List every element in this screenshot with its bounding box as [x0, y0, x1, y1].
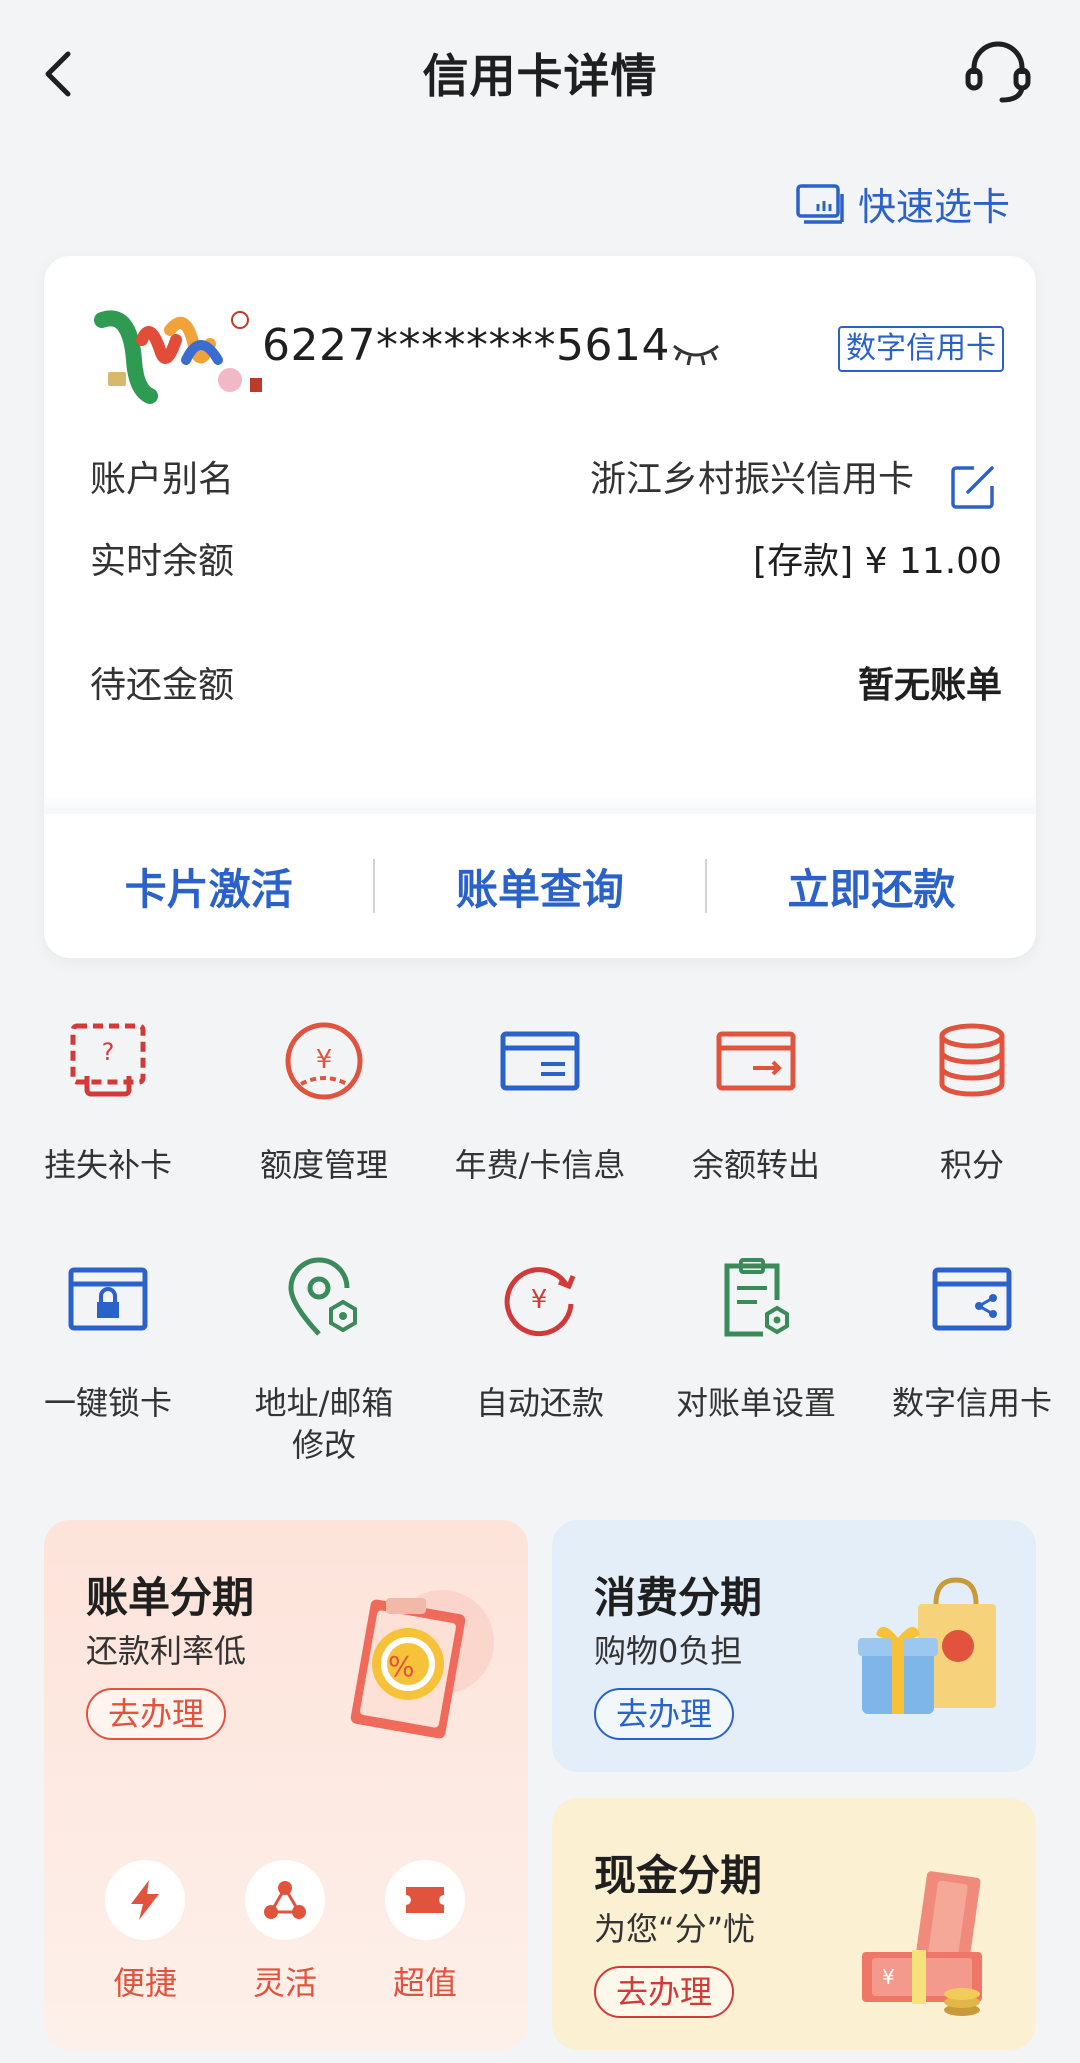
- report-loss-icon: ?: [70, 1023, 146, 1097]
- svg-text:¥: ¥: [531, 1285, 548, 1315]
- page-title: 信用卡详情: [422, 49, 658, 103]
- credit-card-image: [90, 300, 280, 408]
- service-balance-transfer[interactable]: 余额转出: [648, 1018, 864, 1186]
- service-card-info[interactable]: 年费/卡信息: [432, 1018, 648, 1186]
- service-label-line-1: 地址/邮箱: [254, 1384, 394, 1422]
- bill-query-button[interactable]: 账单查询: [375, 856, 704, 917]
- feature-label: 灵活: [252, 1964, 317, 2002]
- services-row-1: ? 挂失补卡 ¥ 额度管理 年费/卡信息 余额转出 积分: [0, 1018, 1080, 1186]
- alias-value: 浙江乡村振兴信用卡: [589, 459, 914, 500]
- consumer-installment-card[interactable]: 消费分期 购物0负担 去办理: [552, 1520, 1036, 1772]
- lock-card-icon: [68, 1267, 148, 1331]
- promo-title: 账单分期: [86, 1573, 255, 1622]
- svg-text:¥: ¥: [316, 1045, 333, 1075]
- customer-service-icon[interactable]: [962, 36, 1034, 108]
- installment-clipboard-illustration: %: [350, 1590, 494, 1739]
- bill-installment-card[interactable]: 账单分期 还款利率低 去办理 % 便捷 灵活 超值: [44, 1520, 528, 2050]
- digital-card-icon: [932, 1267, 1012, 1331]
- divider: [44, 796, 1036, 814]
- promo-title: 消费分期: [594, 1573, 763, 1622]
- cash-installment-card[interactable]: 现金分期 为您“分”忧 去办理 ¥: [552, 1798, 1036, 2050]
- feature-label: 便捷: [112, 1964, 177, 2002]
- service-address-edit[interactable]: 地址/邮箱修改: [216, 1256, 432, 1466]
- quick-select-card-button[interactable]: 快速选卡: [796, 176, 1010, 231]
- svg-text:?: ?: [102, 1038, 115, 1066]
- promo-subtitle: 为您“分”忧: [594, 1910, 756, 1948]
- service-digital-card[interactable]: 数字信用卡: [864, 1256, 1080, 1466]
- cash-bundle-illustration: ¥: [862, 1871, 982, 2016]
- lightning-icon: [105, 1860, 185, 1940]
- digital-card-badge: 数字信用卡: [838, 326, 1004, 372]
- top-bar: 信用卡详情: [0, 0, 1080, 150]
- card-actions: 卡片激活 账单查询 立即还款: [44, 814, 1036, 958]
- service-lock-card[interactable]: 一键锁卡: [0, 1256, 216, 1466]
- service-label: 地址/邮箱修改: [255, 1382, 394, 1466]
- service-label: 一键锁卡: [43, 1384, 172, 1422]
- edit-icon[interactable]: [950, 464, 996, 510]
- promo-title: 现金分期: [594, 1851, 763, 1900]
- service-label: 积分: [939, 1146, 1004, 1184]
- due-label: 待还金额: [90, 665, 235, 706]
- activate-card-button[interactable]: 卡片激活: [44, 856, 373, 917]
- consumer-installment-apply-button[interactable]: 去办理: [594, 1688, 735, 1740]
- repay-now-button[interactable]: 立即还款: [707, 856, 1036, 917]
- credit-limit-icon: ¥: [285, 1022, 363, 1100]
- hide-eye-icon[interactable]: [670, 336, 722, 370]
- cash-installment-apply-button[interactable]: 去办理: [594, 1966, 735, 2018]
- feature-convenient: 便捷: [90, 1860, 200, 2004]
- quick-select-label: 快速选卡: [857, 185, 1010, 229]
- service-points[interactable]: 积分: [864, 1018, 1080, 1186]
- service-label: 自动还款: [475, 1384, 604, 1422]
- service-statement-settings[interactable]: 对账单设置: [648, 1256, 864, 1466]
- service-label: 年费/卡信息: [454, 1146, 626, 1184]
- service-label-line-2: 修改: [291, 1426, 356, 1464]
- balance-label: 实时余额: [90, 541, 235, 582]
- address-icon: [288, 1257, 357, 1336]
- service-credit-limit[interactable]: ¥ 额度管理: [216, 1018, 432, 1186]
- card-info-icon: [500, 1031, 580, 1091]
- balance-transfer-icon: [716, 1031, 796, 1091]
- services-row-2: 一键锁卡 地址/邮箱 修改 ¥ 自动还款 对账单设置 数字信用卡: [0, 1256, 1080, 1466]
- auto-repay-icon: ¥: [504, 1267, 576, 1337]
- promo-subtitle: 还款利率低: [86, 1632, 247, 1670]
- svg-text:¥: ¥: [882, 1965, 895, 1989]
- service-label: 余额转出: [691, 1146, 820, 1184]
- shopping-gift-illustration: [858, 1577, 996, 1714]
- alias-label: 账户别名: [90, 459, 235, 500]
- statement-settings-icon: [724, 1258, 789, 1337]
- service-label: 额度管理: [259, 1146, 388, 1184]
- promo-subtitle: 购物0负担: [594, 1632, 743, 1670]
- service-report-loss[interactable]: ? 挂失补卡: [0, 1018, 216, 1186]
- svg-text:%: %: [388, 1650, 415, 1683]
- feature-flexible: 灵活: [230, 1860, 340, 2004]
- service-label: 数字信用卡: [891, 1384, 1052, 1422]
- card-number: 6227********5614: [262, 320, 670, 371]
- service-label: 挂失补卡: [43, 1146, 172, 1184]
- feature-label: 超值: [392, 1964, 457, 2002]
- card-info-panel: 6227********5614 数字信用卡 账户别名 浙江乡村振兴信用卡 实时…: [44, 256, 1036, 958]
- network-icon: [245, 1860, 325, 1940]
- service-auto-repay[interactable]: ¥ 自动还款: [432, 1256, 648, 1466]
- service-label: 对账单设置: [675, 1384, 836, 1422]
- balance-value: [存款] ¥ 11.00: [753, 541, 1002, 582]
- ticket-icon: [385, 1860, 465, 1940]
- due-value: 暂无账单: [857, 665, 1002, 706]
- card-switch-icon: [796, 183, 844, 224]
- bill-installment-apply-button[interactable]: 去办理: [86, 1688, 227, 1740]
- points-icon: [939, 1023, 1005, 1097]
- feature-value: 超值: [370, 1860, 480, 2004]
